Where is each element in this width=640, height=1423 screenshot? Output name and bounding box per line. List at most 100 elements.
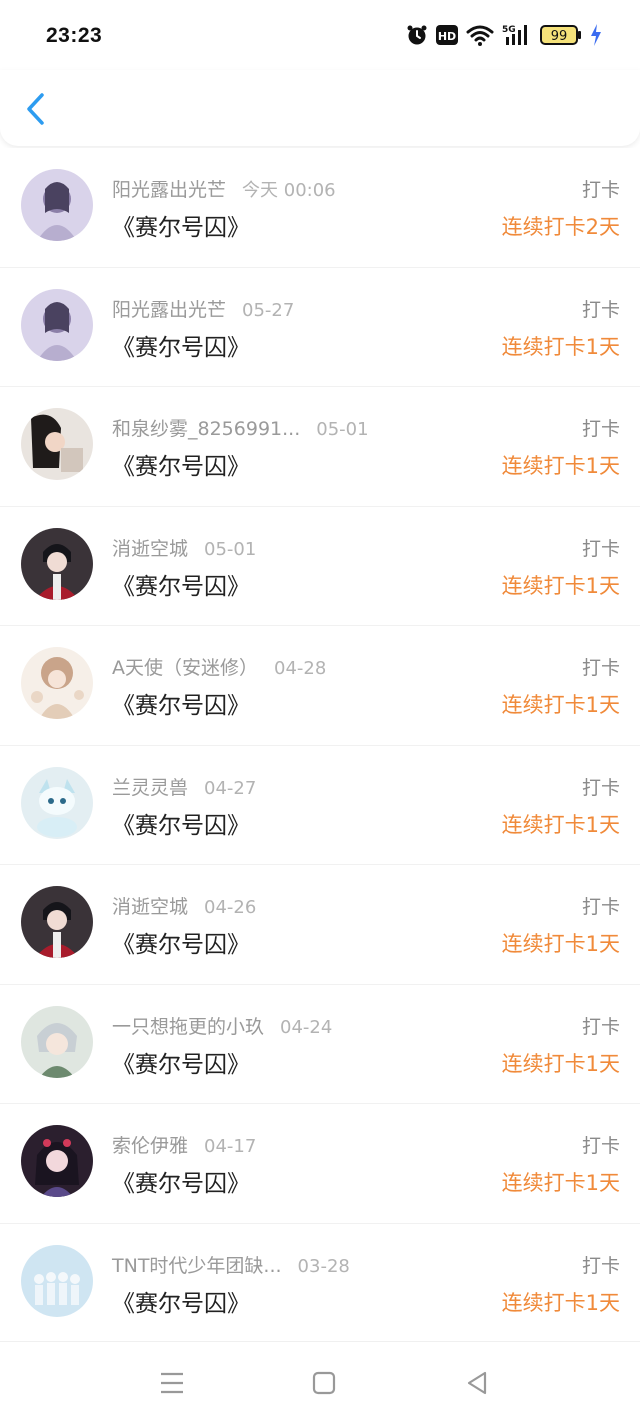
book-title: 《赛尔号囚》	[112, 1051, 250, 1078]
streak-label: 连续打卡1天	[501, 1051, 620, 1076]
wifi-icon	[466, 24, 494, 50]
checkin-label: 打卡	[581, 657, 620, 679]
book-title: 《赛尔号囚》	[112, 215, 250, 241]
list-item[interactable]: 兰灵灵兽 04-27 《赛尔号囚》 打卡 连续打卡1天	[0, 746, 640, 865]
user-name[interactable]: A天使（安迷修）	[112, 653, 258, 680]
user-name[interactable]: 一只想拖更的小玖	[112, 1012, 264, 1039]
checkin-label: 打卡	[581, 776, 620, 799]
avatar[interactable]	[21, 766, 93, 839]
entry-date: 04-17	[204, 1136, 257, 1157]
book-title: 《赛尔号囚》	[112, 454, 250, 480]
user-name[interactable]: 阳光露出光芒	[112, 175, 226, 202]
entry-date: 04-27	[204, 777, 257, 799]
list-item[interactable]: 消逝空城 05-01 《赛尔号囚》 打卡 连续打卡1天	[0, 507, 640, 626]
user-name[interactable]: TNT时代少年团缺...	[112, 1251, 282, 1278]
book-title: 《赛尔号囚》	[112, 1171, 250, 1197]
book-title: 《赛尔号囚》	[112, 334, 250, 361]
streak-label: 连续打卡1天	[501, 1290, 620, 1315]
entry-date: 04-28	[274, 658, 327, 679]
list-item[interactable]: 阳光露出光芒 今天 00:06 《赛尔号囚》 打卡 连续打卡2天	[0, 148, 640, 268]
alarm-icon	[406, 24, 428, 50]
user-name[interactable]: 索伦伊雅	[112, 1131, 188, 1158]
streak-label: 连续打卡1天	[501, 334, 620, 359]
menu-icon	[161, 1372, 183, 1394]
avatar[interactable]	[21, 169, 93, 241]
entry-meta: 消逝空城 05-01	[112, 534, 256, 561]
streak-label: 连续打卡1天	[501, 1171, 620, 1195]
checkin-label: 打卡	[581, 896, 620, 918]
checkin-label: 打卡	[581, 298, 620, 321]
checkin-label: 打卡	[581, 537, 620, 560]
user-name[interactable]: 阳光露出光芒	[112, 295, 226, 322]
avatar[interactable]	[21, 1005, 93, 1078]
entry-meta: 兰灵灵兽 04-27	[112, 773, 256, 800]
user-name[interactable]: 兰灵灵兽	[112, 773, 188, 800]
battery-level: 99	[551, 29, 568, 44]
entry-meta: 阳光露出光芒 今天 00:06	[112, 175, 336, 202]
svg-text:5G: 5G	[502, 25, 516, 35]
back-triangle-icon	[467, 1371, 487, 1395]
streak-label: 连续打卡1天	[501, 693, 620, 717]
book-title: 《赛尔号囚》	[112, 812, 250, 839]
book-title: 《赛尔号囚》	[112, 573, 250, 600]
streak-label: 连续打卡2天	[501, 215, 620, 239]
list-item[interactable]: 消逝空城 04-26 《赛尔号囚》 打卡 连续打卡1天	[0, 865, 640, 985]
svg-text:HD: HD	[438, 30, 456, 43]
user-name[interactable]: 消逝空城	[112, 534, 188, 561]
avatar[interactable]	[21, 408, 93, 480]
list-item[interactable]: 和泉纱雾_8256991... 05-01 《赛尔号囚》 打卡 连续打卡1天	[0, 387, 640, 507]
home-button[interactable]	[311, 1370, 341, 1396]
hd-icon: HD	[436, 25, 458, 49]
system-back-button[interactable]	[464, 1370, 494, 1396]
home-square-icon	[312, 1371, 336, 1395]
avatar[interactable]	[21, 1244, 93, 1317]
entry-meta: A天使（安迷修） 04-28	[112, 653, 326, 680]
streak-label: 连续打卡1天	[501, 573, 620, 598]
list-item[interactable]: A天使（安迷修） 04-28 《赛尔号囚》 打卡 连续打卡1天	[0, 626, 640, 746]
entry-meta: 消逝空城 04-26	[112, 892, 256, 919]
entry-date: 05-01	[204, 538, 257, 560]
status-bar: 23:23 HD 5G 99	[0, 0, 640, 70]
book-title: 《赛尔号囚》	[112, 693, 250, 719]
checkin-list: 阳光露出光芒 今天 00:06 《赛尔号囚》 打卡 连续打卡2天 阳光露出光芒 05…	[0, 148, 640, 1341]
battery-icon: 99	[540, 24, 582, 50]
back-button[interactable]	[22, 92, 52, 126]
entry-date: 04-26	[204, 897, 257, 918]
entry-date: 05-27	[242, 299, 295, 321]
checkin-label: 打卡	[581, 179, 620, 201]
entry-meta: 阳光露出光芒 05-27	[112, 295, 294, 322]
avatar[interactable]	[21, 886, 93, 958]
streak-label: 连续打卡1天	[501, 932, 620, 956]
entry-meta: 和泉纱雾_8256991... 05-01	[112, 414, 369, 441]
status-time: 23:23	[46, 24, 103, 47]
entry-meta: 索伦伊雅 04-17	[112, 1131, 256, 1158]
avatar[interactable]	[21, 1125, 93, 1197]
avatar[interactable]	[21, 647, 93, 719]
book-title: 《赛尔号囚》	[112, 1290, 250, 1317]
checkin-label: 打卡	[581, 1254, 620, 1277]
list-item[interactable]: 一只想拖更的小玖 04-24 《赛尔号囚》 打卡 连续打卡1天	[0, 985, 640, 1104]
user-name[interactable]: 消逝空城	[112, 892, 188, 919]
checkin-label: 打卡	[581, 418, 620, 440]
entry-date: 今天 00:06	[242, 180, 336, 201]
list-item[interactable]: 索伦伊雅 04-17 《赛尔号囚》 打卡 连续打卡1天	[0, 1104, 640, 1224]
avatar[interactable]	[21, 288, 93, 361]
entry-date: 04-24	[280, 1016, 333, 1038]
signal-5g-icon: 5G	[502, 23, 532, 51]
list-item[interactable]: TNT时代少年团缺... 03-28 《赛尔号囚》 打卡 连续打卡1天	[0, 1224, 640, 1342]
entry-date: 05-01	[316, 419, 369, 440]
entry-date: 03-28	[297, 1255, 350, 1277]
list-item[interactable]: 阳光露出光芒 05-27 《赛尔号囚》 打卡 连续打卡1天	[0, 268, 640, 387]
user-name[interactable]: 和泉纱雾_8256991...	[112, 414, 300, 441]
menu-button[interactable]	[158, 1370, 188, 1396]
entry-meta: 一只想拖更的小玖 04-24	[112, 1012, 332, 1039]
book-title: 《赛尔号囚》	[112, 932, 250, 958]
entry-meta: TNT时代少年团缺... 03-28	[112, 1251, 350, 1278]
streak-label: 连续打卡1天	[501, 454, 620, 478]
status-icons: HD 5G 99	[406, 24, 602, 50]
checkin-label: 打卡	[581, 1015, 620, 1038]
header-bar	[0, 70, 640, 146]
chevron-left-icon	[27, 93, 44, 125]
streak-label: 连续打卡1天	[501, 812, 620, 837]
avatar[interactable]	[21, 527, 93, 600]
